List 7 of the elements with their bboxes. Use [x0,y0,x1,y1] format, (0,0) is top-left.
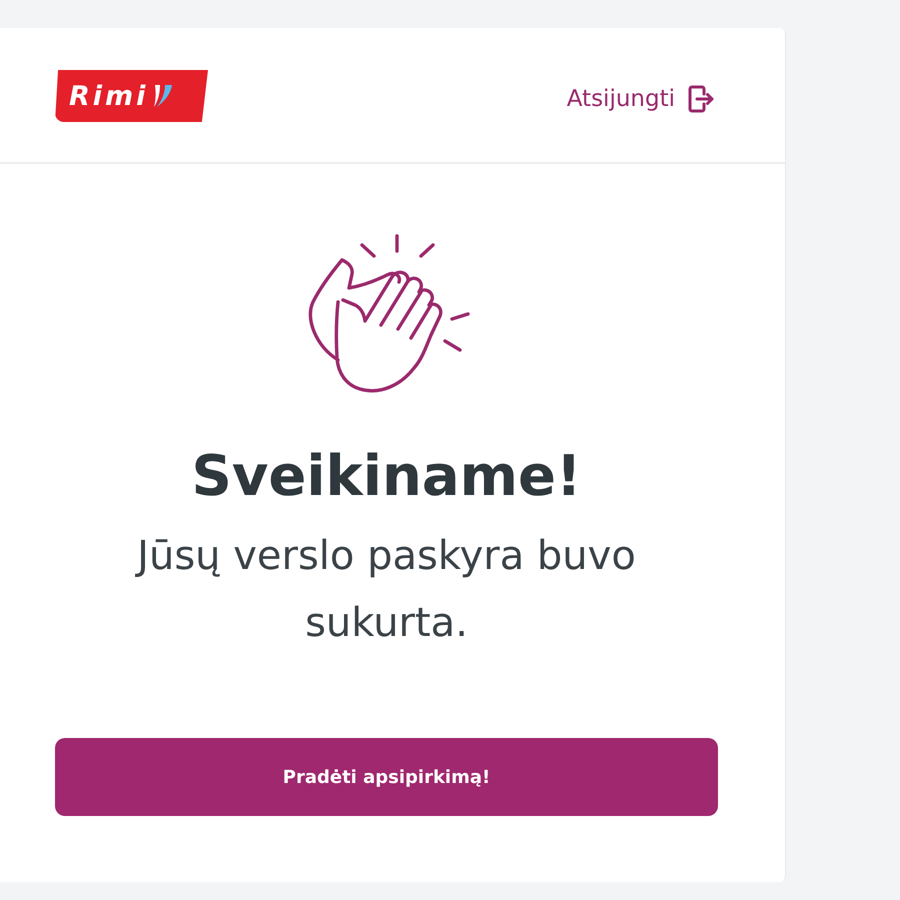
swoosh-icon [152,84,174,108]
logout-button[interactable]: Atsijungti [566,82,715,116]
logo-text: Rimi [69,82,148,110]
success-message: Jūsų verslo paskyra buvo sukurta. [134,532,637,648]
logout-icon [687,84,715,114]
start-shopping-button[interactable]: Pradėti apsipirkimą! [55,738,718,816]
success-title: Sveikiname! [192,445,582,509]
